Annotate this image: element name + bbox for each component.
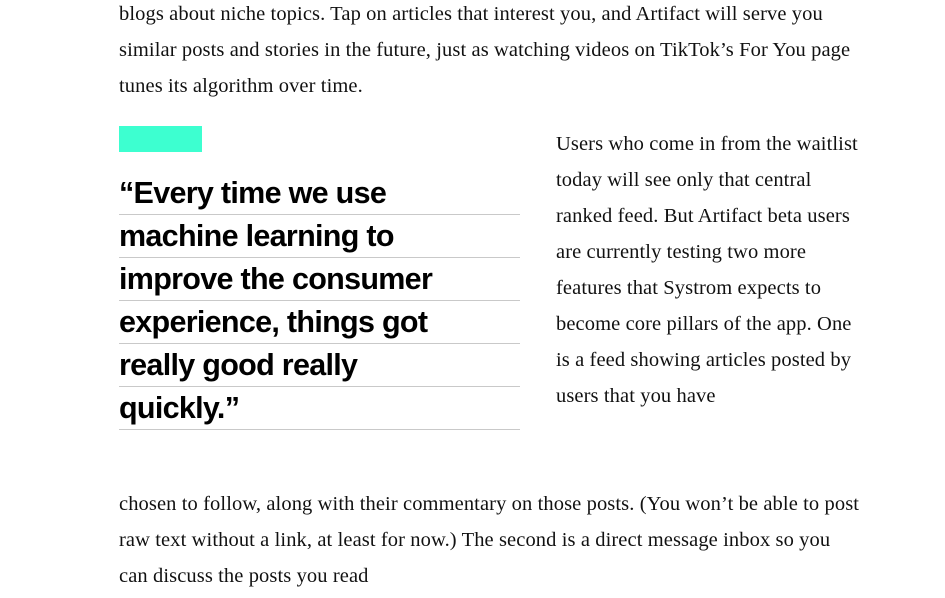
pullquote-column: “Every time we use machine learning to i… <box>119 118 520 430</box>
paragraph-side: Users who come in from the waitlist toda… <box>556 133 858 407</box>
pullquote-line: machine learning to <box>119 215 520 258</box>
pullquote-line: quickly.” <box>119 387 520 430</box>
paragraph-top: blogs about niche topics. Tap on article… <box>119 3 851 97</box>
article-body: blogs about niche topics. Tap on article… <box>0 0 945 598</box>
pullquote-line: “Every time we use <box>119 172 520 215</box>
pullquote: “Every time we use machine learning to i… <box>119 172 520 430</box>
pullquote-line: really good really <box>119 344 520 387</box>
side-column: Users who come in from the waitlist toda… <box>556 126 861 414</box>
pullquote-line: experience, things got <box>119 301 520 344</box>
accent-bar-decoration <box>119 126 202 152</box>
paragraph-bottom: chosen to follow, along with their comme… <box>119 493 860 587</box>
pullquote-line: improve the consumer <box>119 258 520 301</box>
pullquote-section: “Every time we use machine learning to i… <box>0 118 945 478</box>
